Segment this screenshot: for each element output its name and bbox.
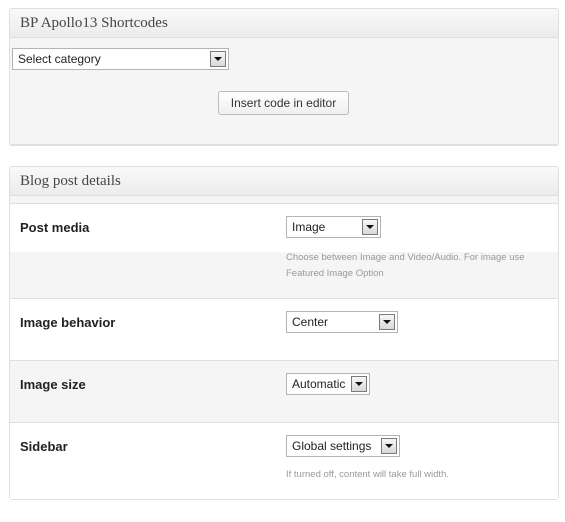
image-size-label: Image size	[20, 377, 86, 392]
sidebar-select[interactable]: Global settings	[286, 435, 400, 457]
shortcodes-box-title: BP Apollo13 Shortcodes	[20, 14, 168, 31]
shortcodes-box-body: Select category Insert code in editor	[10, 39, 558, 145]
image-behavior-select[interactable]: Center	[286, 311, 398, 333]
blog-box-header[interactable]: Blog post details	[10, 167, 558, 196]
image-behavior-value: Center	[292, 315, 329, 329]
chevron-down-icon[interactable]	[381, 438, 397, 454]
chevron-down-icon[interactable]	[210, 51, 226, 67]
insert-code-button[interactable]: Insert code in editor	[218, 91, 349, 115]
image-behavior-row: Image behavior Center	[10, 298, 558, 360]
image-size-row: Image size Automatic	[10, 360, 558, 422]
blog-post-details-box: Blog post details Post media Image Choos…	[9, 166, 559, 500]
image-size-value: Automatic	[292, 377, 346, 391]
post-media-select[interactable]: Image	[286, 216, 381, 238]
shortcodes-box-header[interactable]: BP Apollo13 Shortcodes	[10, 9, 558, 38]
sidebar-description: If turned off, content will take full wi…	[286, 469, 449, 480]
sidebar-value: Global settings	[292, 439, 372, 453]
post-media-label: Post media	[20, 220, 90, 235]
category-select-value: Select category	[18, 52, 101, 66]
post-media-row: Post media Image Choose between Image an…	[10, 203, 558, 298]
sidebar-label: Sidebar	[20, 439, 68, 454]
post-media-description: Choose between Image and Video/Audio. Fo…	[286, 252, 525, 279]
row-bg	[10, 204, 558, 252]
category-select[interactable]: Select category	[12, 48, 229, 70]
shortcodes-box: BP Apollo13 Shortcodes Select category I…	[9, 8, 559, 146]
blog-box-title: Blog post details	[20, 172, 121, 189]
sidebar-row: Sidebar Global settings If turned off, c…	[10, 422, 558, 499]
chevron-down-icon[interactable]	[351, 376, 367, 392]
chevron-down-icon[interactable]	[379, 314, 395, 330]
chevron-down-icon[interactable]	[362, 219, 378, 235]
post-media-value: Image	[292, 220, 326, 234]
image-size-select[interactable]: Automatic	[286, 373, 370, 395]
image-behavior-label: Image behavior	[20, 315, 116, 330]
